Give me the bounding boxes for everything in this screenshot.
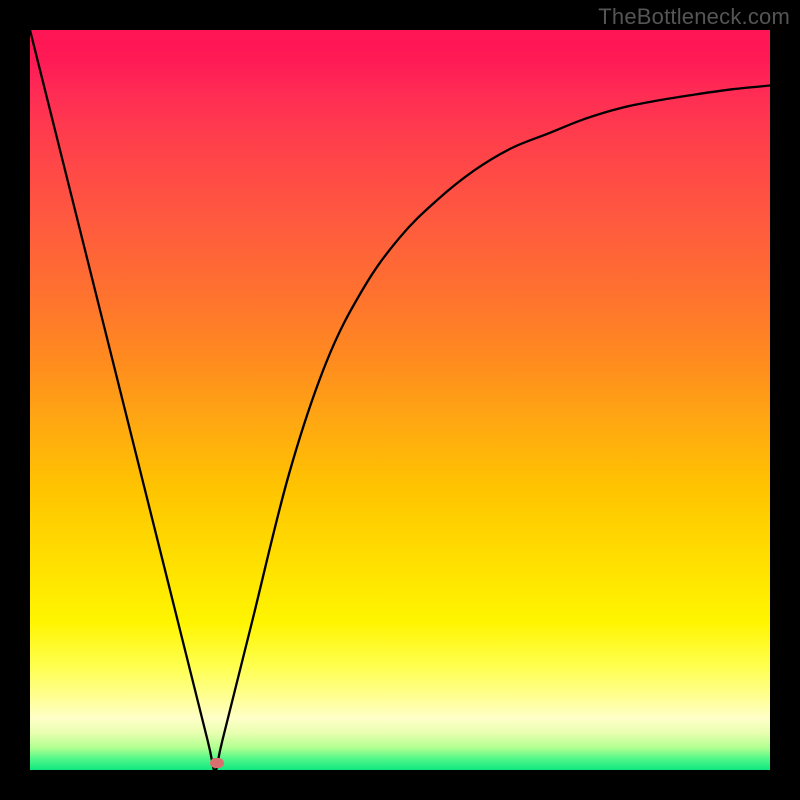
- attribution-watermark: TheBottleneck.com: [598, 4, 790, 30]
- chart-frame: TheBottleneck.com: [0, 0, 800, 800]
- min-marker: [210, 758, 224, 768]
- bottleneck-curve: [30, 30, 770, 770]
- plot-area: [30, 30, 770, 770]
- curve-layer: [30, 30, 770, 770]
